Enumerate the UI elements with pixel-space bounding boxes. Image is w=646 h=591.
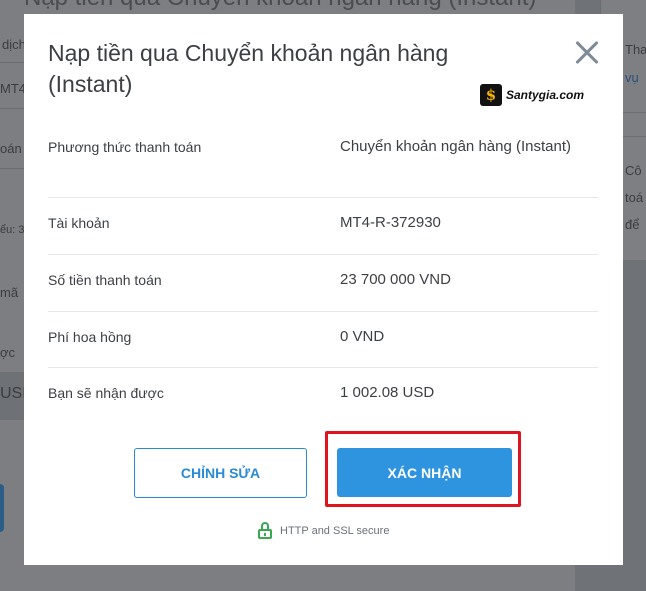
background-fragment: mã bbox=[0, 285, 19, 300]
dialog-title: Nạp tiền qua Chuyển khoản ngân hàng (Ins… bbox=[48, 40, 449, 97]
detail-label: Số tiền thanh toán bbox=[48, 272, 162, 288]
detail-value: 1 002.08 USD bbox=[340, 384, 435, 401]
background-fragment: dịch bbox=[2, 37, 26, 52]
lock-icon bbox=[258, 522, 272, 539]
watermark-text: Santygia.com bbox=[506, 88, 585, 102]
detail-label: Bạn sẽ nhận được bbox=[48, 385, 164, 401]
detail-row-account: Tài khoản MT4-R-372930 bbox=[48, 198, 598, 255]
background-fragment: Tha bbox=[625, 42, 646, 57]
close-icon[interactable] bbox=[570, 36, 604, 70]
background-divider bbox=[0, 108, 24, 109]
detail-row-method: Phương thức thanh toán Chuyển khoản ngân… bbox=[48, 122, 598, 198]
edit-button[interactable]: CHỈNH SỬA bbox=[134, 448, 307, 498]
detail-value: 23 700 000 VND bbox=[340, 271, 451, 288]
background-fragment: oán bbox=[0, 141, 22, 156]
detail-label: Phí hoa hồng bbox=[48, 329, 132, 345]
payment-details: Phương thức thanh toán Chuyển khoản ngân… bbox=[48, 122, 598, 424]
background-fragment: ợc bbox=[0, 345, 16, 360]
background-fragment: toá bbox=[625, 190, 644, 205]
background-button bbox=[0, 484, 4, 532]
security-text: HTTP and SSL secure bbox=[280, 524, 390, 537]
detail-value: 0 VND bbox=[340, 328, 385, 345]
background-divider bbox=[0, 62, 24, 63]
background-fragment: để bbox=[625, 217, 640, 232]
background-fragment: Cô bbox=[625, 163, 642, 178]
background-fragment: vụ bbox=[625, 70, 639, 85]
confirm-button[interactable]: XÁC NHẬN bbox=[337, 448, 512, 497]
detail-label: Tài khoản bbox=[48, 215, 110, 231]
watermark-logo-icon: $ bbox=[480, 84, 502, 106]
confirm-deposit-dialog: Nạp tiền qua Chuyển khoản ngân hàng (Ins… bbox=[24, 14, 623, 565]
detail-value: MT4-R-372930 bbox=[340, 214, 441, 231]
security-note: HTTP and SSL secure bbox=[258, 522, 389, 539]
background-fragment: ểu: 3 bbox=[0, 224, 25, 236]
detail-value: Chuyển khoản ngân hàng (Instant) bbox=[340, 138, 571, 155]
detail-label: Phương thức thanh toán bbox=[48, 139, 202, 155]
background-page-title: Nạp tiền qua Chuyển khoản ngân hàng (Ins… bbox=[24, 0, 536, 12]
detail-row-receive: Bạn sẽ nhận được 1 002.08 USD bbox=[48, 368, 598, 424]
background-fragment: USI bbox=[0, 385, 27, 402]
background-divider bbox=[0, 168, 24, 169]
detail-row-amount: Số tiền thanh toán 23 700 000 VND bbox=[48, 255, 598, 312]
background-fragment: MT4 bbox=[0, 81, 26, 96]
detail-row-fee: Phí hoa hồng 0 VND bbox=[48, 312, 598, 368]
watermark: $ Santygia.com bbox=[480, 84, 584, 106]
